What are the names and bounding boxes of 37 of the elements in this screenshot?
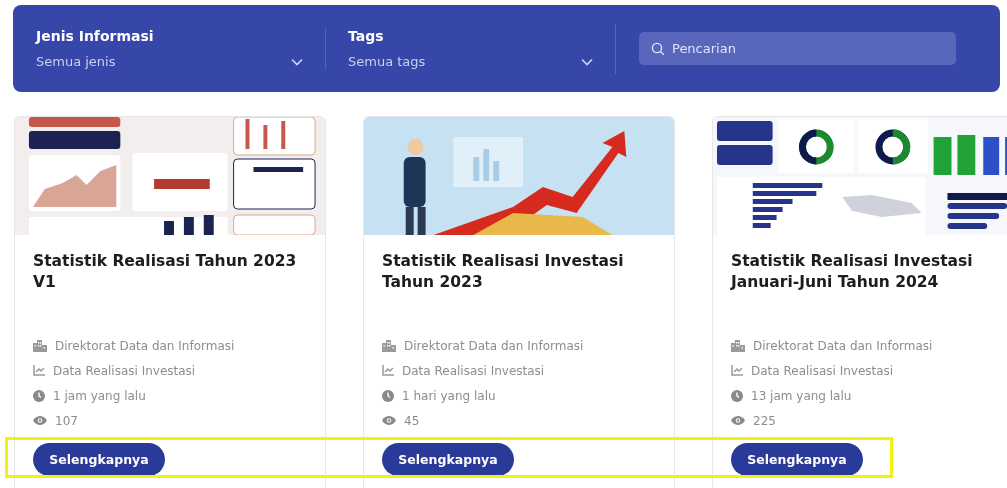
eye-icon [33, 416, 47, 425]
time-text: 13 jam yang lalu [751, 388, 852, 403]
eye-icon [382, 416, 396, 425]
line-chart-icon [731, 365, 743, 376]
view-count: 107 [55, 413, 78, 428]
publisher-text: Direktorat Data dan Informasi [55, 338, 235, 353]
filter-dropdown[interactable]: Semua tags [348, 54, 593, 69]
category-text: Data Realisasi Investasi [402, 363, 545, 378]
publisher-text: Direktorat Data dan Informasi [404, 338, 584, 353]
clock-icon [382, 389, 394, 402]
card-title: Statistik Realisasi Investasi Januari-Juni Tahun 2024 [731, 251, 974, 293]
chevron-down-icon [291, 57, 303, 66]
line-chart-icon [33, 365, 45, 376]
eye-icon [731, 416, 745, 425]
search-field[interactable]: Pencarian [639, 32, 956, 65]
time-text: 1 jam yang lalu [53, 388, 146, 403]
card-title: Statistik Realisasi Tahun 2023 V1 [33, 251, 298, 293]
building-icon [382, 339, 396, 352]
chevron-down-icon [581, 57, 593, 66]
category-text: Data Realisasi Investasi [751, 363, 894, 378]
view-count: 45 [404, 413, 420, 428]
filter-label: Tags [348, 28, 385, 44]
publisher-text: Direktorat Data dan Informasi [753, 338, 933, 353]
filter-label: Jenis Informasi [36, 28, 155, 44]
more-button[interactable]: Selengkapnya [382, 443, 514, 476]
line-chart-icon [382, 365, 394, 376]
clock-icon [731, 389, 743, 402]
building-icon [33, 339, 47, 352]
view-count: 225 [753, 413, 776, 428]
time-text: 1 hari yang lalu [402, 388, 496, 403]
filter-dropdown[interactable]: Semua jenis [36, 54, 303, 69]
building-icon [731, 339, 745, 352]
more-button[interactable]: Selengkapnya [731, 443, 863, 476]
category-text: Data Realisasi Investasi [53, 363, 196, 378]
card-title: Statistik Realisasi Investasi Tahun 2023 [382, 251, 625, 293]
clock-icon [33, 389, 45, 402]
more-button[interactable]: Selengkapnya [33, 443, 165, 476]
